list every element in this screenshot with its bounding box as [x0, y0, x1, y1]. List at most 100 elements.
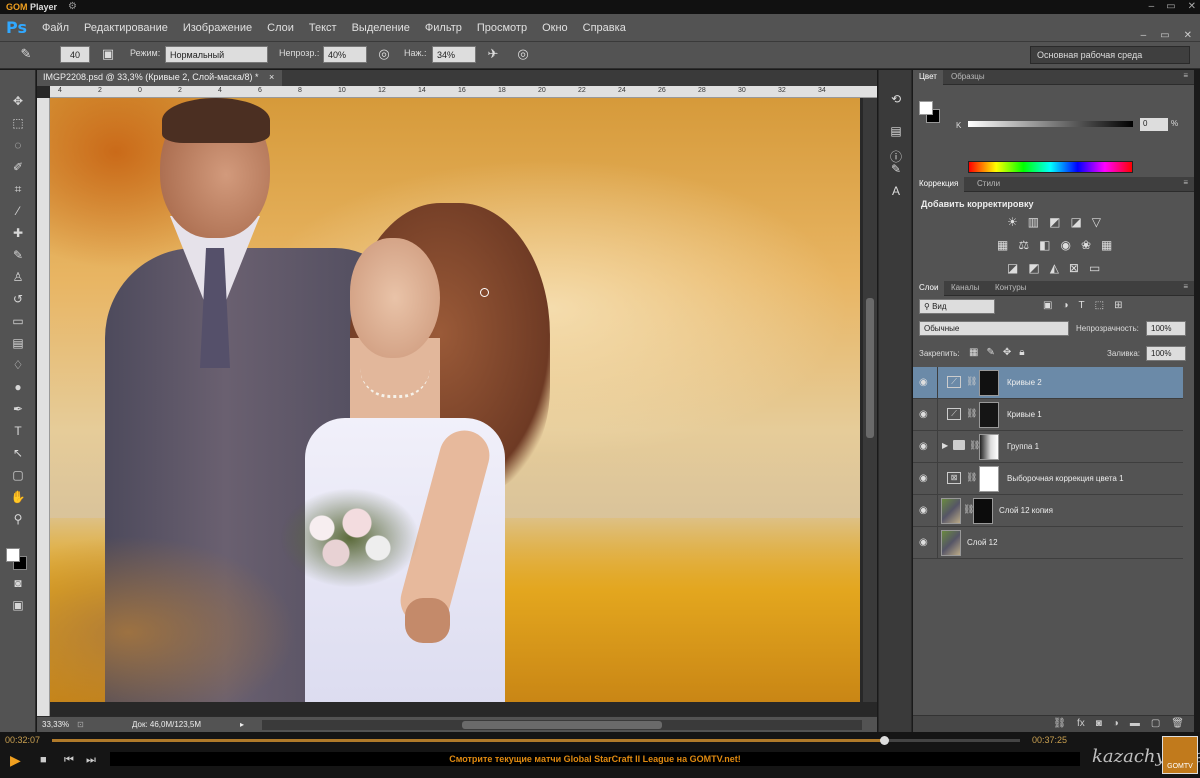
wedding-photo[interactable]: [50, 98, 860, 702]
lasso-tool-icon[interactable]: ◌: [8, 136, 28, 154]
photo-filter-icon[interactable]: ◉: [1060, 238, 1070, 252]
minimize-icon[interactable]: –: [1149, 1, 1155, 12]
eye-icon[interactable]: ◉: [919, 377, 928, 388]
layer-row[interactable]: ◉ ⛓ Слой 12 копия: [913, 495, 1183, 527]
menu-edit[interactable]: Редактирование: [84, 22, 168, 34]
new-adjustment-icon[interactable]: ◑: [1113, 718, 1119, 729]
airbrush-icon[interactable]: ✈: [483, 46, 503, 64]
color-balance-icon[interactable]: ⚖: [1018, 238, 1029, 252]
shape-tool-icon[interactable]: ▢: [8, 466, 28, 484]
selective-color-icon[interactable]: ⊠: [1069, 261, 1079, 275]
document-tab[interactable]: IMGP2208.psd @ 33,3% (Кривые 2, Слой-мас…: [37, 70, 283, 86]
layer-row[interactable]: ◉ ▶ ⛓ Группа 1: [913, 431, 1183, 463]
hand-tool-icon[interactable]: ✋: [8, 488, 28, 506]
clone-stamp-tool-icon[interactable]: ♙: [8, 268, 28, 286]
invert-icon[interactable]: ◪: [1007, 261, 1018, 275]
hue-saturation-icon[interactable]: ▦: [997, 238, 1008, 252]
layer-row[interactable]: ◉ Слой 12: [913, 527, 1183, 559]
layer-name[interactable]: Выборочная коррекция цвета 1: [1007, 474, 1124, 483]
filter-type-icon[interactable]: T: [1079, 300, 1085, 311]
menu-select[interactable]: Выделение: [352, 22, 410, 34]
menu-image[interactable]: Изображение: [183, 22, 252, 34]
gear-icon[interactable]: ⚙: [68, 1, 77, 12]
color-spectrum[interactable]: [968, 161, 1133, 173]
black-white-icon[interactable]: ◧: [1039, 238, 1050, 252]
gomtv-badge[interactable]: GOMTV: [1162, 736, 1198, 774]
layer-thumbnail[interactable]: [941, 498, 961, 524]
layer-mask-thumbnail[interactable]: [979, 434, 999, 460]
vertical-scrollbar[interactable]: [863, 98, 877, 702]
layer-name[interactable]: Группа 1: [1007, 442, 1039, 451]
doc-close-icon[interactable]: ✕: [1184, 30, 1192, 41]
filter-pixel-icon[interactable]: ▣: [1043, 300, 1052, 311]
add-mask-icon[interactable]: ◙: [1096, 718, 1102, 729]
link-layers-icon[interactable]: ⛓: [1053, 718, 1066, 729]
pen-tool-icon[interactable]: ✒: [8, 400, 28, 418]
new-group-icon[interactable]: ▬: [1130, 718, 1140, 729]
layer-name[interactable]: Кривые 2: [1007, 378, 1042, 387]
layer-row[interactable]: ◉ ⊠ ⛓ Выборочная коррекция цвета 1: [913, 463, 1183, 495]
brush-panel-icon[interactable]: ▣: [98, 46, 118, 64]
blend-mode-select[interactable]: Обычные: [919, 321, 1069, 336]
mode-select[interactable]: Нормальный: [165, 46, 268, 63]
brush-presets-panel-icon[interactable]: ✎: [887, 160, 905, 178]
opacity-input[interactable]: 40%: [323, 46, 367, 63]
ticker-banner[interactable]: Смотрите текущие матчи Global StarCraft …: [110, 752, 1080, 766]
marquee-tool-icon[interactable]: ⬚: [8, 114, 28, 132]
menu-help[interactable]: Справка: [583, 22, 626, 34]
color-value-input[interactable]: 0: [1140, 118, 1168, 131]
brush-tool-icon[interactable]: ✎: [16, 46, 36, 64]
blur-tool-icon[interactable]: ♢: [8, 356, 28, 374]
layer-name[interactable]: Слой 12: [967, 538, 998, 547]
eye-icon[interactable]: ◉: [919, 473, 928, 484]
layer-mask-thumbnail[interactable]: [979, 402, 999, 428]
history-brush-tool-icon[interactable]: ↺: [8, 290, 28, 308]
filter-smart-icon[interactable]: ⊞: [1114, 300, 1122, 311]
character-panel-icon[interactable]: A: [887, 182, 905, 200]
levels-icon[interactable]: ▥: [1028, 215, 1039, 229]
foreground-color-swatch[interactable]: [6, 548, 20, 562]
eye-icon[interactable]: ◉: [919, 505, 928, 516]
eye-icon[interactable]: ◉: [919, 409, 928, 420]
flow-input[interactable]: 34%: [432, 46, 476, 63]
lock-transparency-icon[interactable]: ▦: [969, 347, 978, 358]
pressure-opacity-icon[interactable]: ◎: [374, 46, 394, 64]
curves-icon[interactable]: ◩: [1049, 215, 1060, 229]
horizontal-scrollbar[interactable]: [262, 720, 862, 730]
eyedropper-tool-icon[interactable]: ⁄: [8, 202, 28, 220]
brightness-icon[interactable]: ☀: [1007, 215, 1018, 229]
layer-thumbnail[interactable]: [941, 530, 961, 556]
close-tab-icon[interactable]: ×: [269, 72, 274, 82]
exposure-icon[interactable]: ◪: [1070, 215, 1081, 229]
layer-row[interactable]: ◉ ⟋ ⛓ Кривые 2: [913, 367, 1183, 399]
quick-mask-icon[interactable]: ◙: [8, 574, 28, 592]
previous-icon[interactable]: ⏮: [64, 754, 74, 767]
vertical-scrollbar-thumb[interactable]: [866, 298, 874, 438]
link-icon[interactable]: ⛓: [966, 408, 977, 419]
play-icon[interactable]: ▶: [10, 752, 21, 769]
color-slider[interactable]: [968, 121, 1133, 127]
maximize-icon[interactable]: ▭: [1166, 1, 1175, 12]
lock-all-icon[interactable]: 🔒︎: [1019, 347, 1024, 358]
menu-window[interactable]: Окно: [542, 22, 568, 34]
horizontal-scrollbar-thumb[interactable]: [462, 721, 662, 729]
menu-layers[interactable]: Слои: [267, 22, 294, 34]
filter-adjustment-icon[interactable]: ◑: [1062, 300, 1068, 311]
lock-pixels-icon[interactable]: ✎: [986, 347, 994, 358]
new-layer-icon[interactable]: ▢: [1151, 718, 1160, 729]
color-foreground-swatch[interactable]: [919, 101, 933, 115]
workspace-select[interactable]: Основная рабочая среда: [1030, 46, 1190, 64]
layer-mask-thumbnail[interactable]: [973, 498, 993, 524]
brush-tool-sidebar-icon[interactable]: ✎: [8, 246, 28, 264]
quick-select-tool-icon[interactable]: ✐: [8, 158, 28, 176]
trash-icon[interactable]: 🗑︎: [1171, 718, 1184, 729]
channel-mixer-icon[interactable]: ❀: [1081, 238, 1091, 252]
color-lookup-icon[interactable]: ▦: [1101, 238, 1112, 252]
history-panel-icon[interactable]: ⟲: [887, 90, 905, 108]
layer-style-icon[interactable]: fx: [1077, 718, 1085, 729]
doc-restore-icon[interactable]: ▭: [1160, 30, 1169, 41]
layer-mask-thumbnail[interactable]: [979, 370, 999, 396]
healing-brush-tool-icon[interactable]: ✚: [8, 224, 28, 242]
pressure-size-icon[interactable]: ◎: [513, 46, 533, 64]
menu-text[interactable]: Текст: [309, 22, 337, 34]
